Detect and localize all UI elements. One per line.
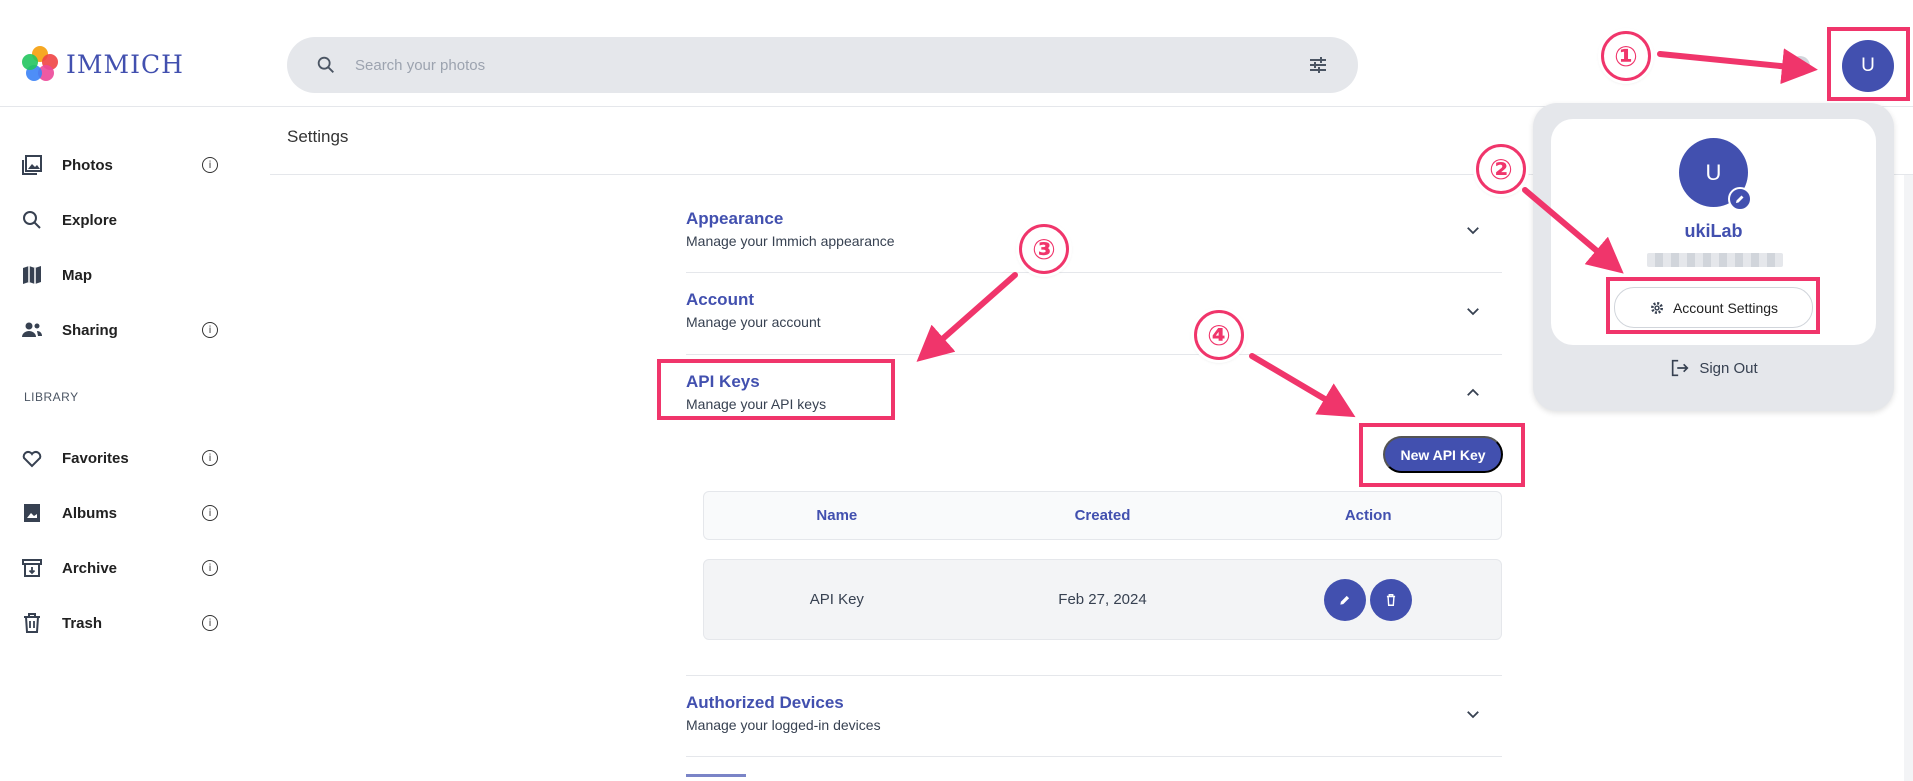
arrow-3 [916, 272, 1018, 362]
arrow-1 [1657, 48, 1818, 85]
step-badge-1: ① [1601, 31, 1651, 81]
arrow-4 [1249, 353, 1356, 418]
step-badge-2: ② [1476, 144, 1526, 194]
step-badge-3: ③ [1019, 224, 1069, 274]
annotation-arrows [916, 48, 1818, 418]
arrow-2 [1522, 187, 1624, 274]
step-badge-4: ④ [1194, 310, 1244, 360]
